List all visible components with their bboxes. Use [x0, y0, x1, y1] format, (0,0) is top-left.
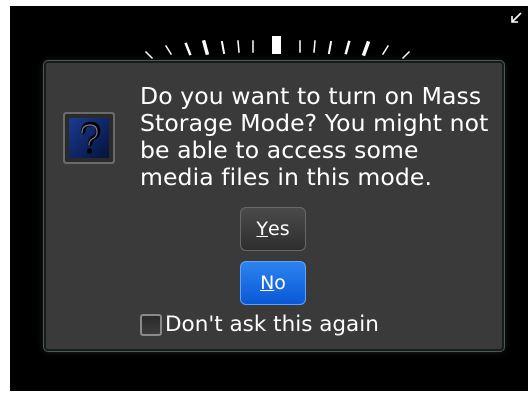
message-line: media files in this mode.	[140, 163, 433, 191]
message-line: Do you want to turn on Mass	[140, 82, 482, 110]
question-mark-icon	[63, 112, 115, 164]
message-line: be able to access some	[140, 136, 419, 164]
no-button-label: o	[274, 272, 286, 294]
yes-button[interactable]: Yes	[240, 207, 306, 251]
signal-dial-indicator	[144, 36, 411, 60]
resize-arrow-icon[interactable]	[508, 10, 524, 26]
dont-ask-checkbox[interactable]	[140, 314, 162, 336]
yes-button-label: es	[268, 218, 290, 240]
message-line: Storage Mode? You might not	[140, 109, 489, 137]
dialog-message: Do you want to turn on Mass Storage Mode…	[140, 83, 500, 191]
mass-storage-dialog: Do you want to turn on Mass Storage Mode…	[44, 61, 504, 351]
no-button[interactable]: No	[240, 261, 306, 305]
dont-ask-again-option[interactable]: Don't ask this again	[140, 312, 379, 338]
no-button-mnemonic: N	[260, 272, 275, 294]
yes-button-mnemonic: Y	[256, 218, 268, 240]
device-screen: Do you want to turn on Mass Storage Mode…	[10, 6, 528, 391]
dont-ask-label: Don't ask this again	[165, 312, 379, 337]
